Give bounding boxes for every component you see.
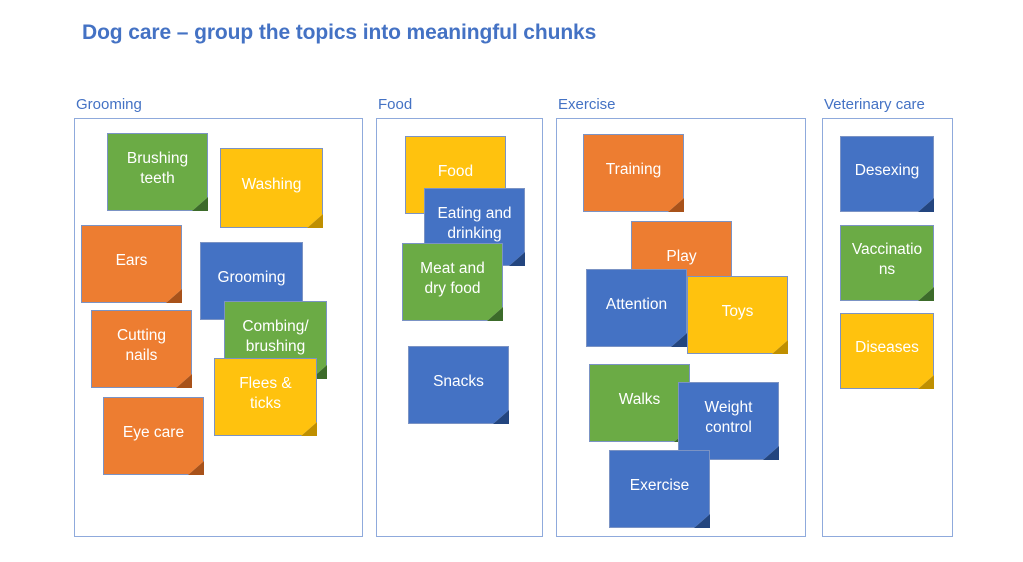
sticky-note[interactable]: Toys [687, 276, 788, 354]
sticky-note-label: Attention [605, 296, 668, 314]
sticky-note-label: Snacks [433, 373, 484, 391]
column-header-food: Food [378, 96, 413, 113]
column-food: Food Food Eating and drinking Meat and dry … [376, 96, 543, 537]
sticky-note[interactable]: Walks [589, 364, 690, 442]
sticky-note-label: Brushing teeth [126, 150, 189, 187]
sticky-note-label: Diseases [855, 339, 919, 357]
sticky-note-label: Vaccinatio ns [851, 241, 923, 278]
sticky-note[interactable]: Cutting nails [91, 310, 192, 388]
sticky-note[interactable]: Washing [220, 148, 323, 228]
column-veterinary-care: Veterinary care Desexing Vaccinatio ns Dise… [822, 96, 953, 537]
sticky-note-label: Eating and drinking [437, 205, 512, 242]
sticky-note-label: Meat and dry food [420, 260, 485, 297]
page-title: Dog care – group the topics into meaning… [82, 21, 597, 44]
notes-layer-food: Food Eating and drinking Meat and dry food… [376, 118, 543, 537]
sticky-note-label: Eye care [122, 424, 185, 442]
sticky-note-label: Cutting nails [116, 327, 167, 364]
sticky-note-label: Training [605, 161, 662, 179]
column-header-veterinary-care: Veterinary care [824, 96, 925, 113]
sticky-note-label: Desexing [854, 162, 920, 180]
column-grooming: Grooming Brushing teeth Washing Ears Groomin… [74, 96, 363, 537]
sticky-note-label: Flees & ticks [239, 375, 292, 412]
sticky-note-label: Combing/ brushing [242, 318, 309, 355]
column-exercise: Exercise Training Play Attention Toys Walks We… [556, 96, 806, 537]
sticky-note[interactable]: Snacks [408, 346, 509, 424]
notes-layer-exercise: Training Play Attention Toys Walks Weight con… [556, 118, 806, 537]
sticky-note[interactable]: Vaccinatio ns [840, 225, 934, 301]
sticky-note-label: Weight control [704, 399, 753, 436]
sticky-note-label: Toys [721, 303, 754, 321]
sticky-note[interactable]: Brushing teeth [107, 133, 208, 211]
slide-canvas: Dog care – group the topics into meaning… [0, 0, 1023, 562]
sticky-note[interactable]: Meat and dry food [402, 243, 503, 321]
column-header-exercise: Exercise [558, 96, 616, 113]
sticky-note-label: Exercise [629, 477, 690, 495]
sticky-note[interactable]: Attention [586, 269, 687, 347]
sticky-note[interactable]: Diseases [840, 313, 934, 389]
sticky-note-label: Grooming [217, 269, 286, 287]
sticky-note[interactable]: Weight control [678, 382, 779, 460]
notes-layer-veterinary-care: Desexing Vaccinatio ns Diseases [822, 118, 953, 537]
column-header-grooming: Grooming [76, 96, 142, 113]
sticky-note-label: Washing [241, 176, 302, 194]
sticky-note-label: Food [437, 163, 474, 181]
sticky-note[interactable]: Training [583, 134, 684, 212]
notes-layer-grooming: Brushing teeth Washing Ears Grooming Cutting… [74, 118, 363, 537]
sticky-note-label: Walks [618, 391, 661, 409]
sticky-note[interactable]: Flees & ticks [214, 358, 317, 436]
sticky-note[interactable]: Desexing [840, 136, 934, 212]
sticky-note[interactable]: Ears [81, 225, 182, 303]
sticky-note[interactable]: Eye care [103, 397, 204, 475]
sticky-note-label: Play [666, 248, 697, 266]
sticky-note-label: Ears [115, 252, 148, 270]
sticky-note[interactable]: Exercise [609, 450, 710, 528]
